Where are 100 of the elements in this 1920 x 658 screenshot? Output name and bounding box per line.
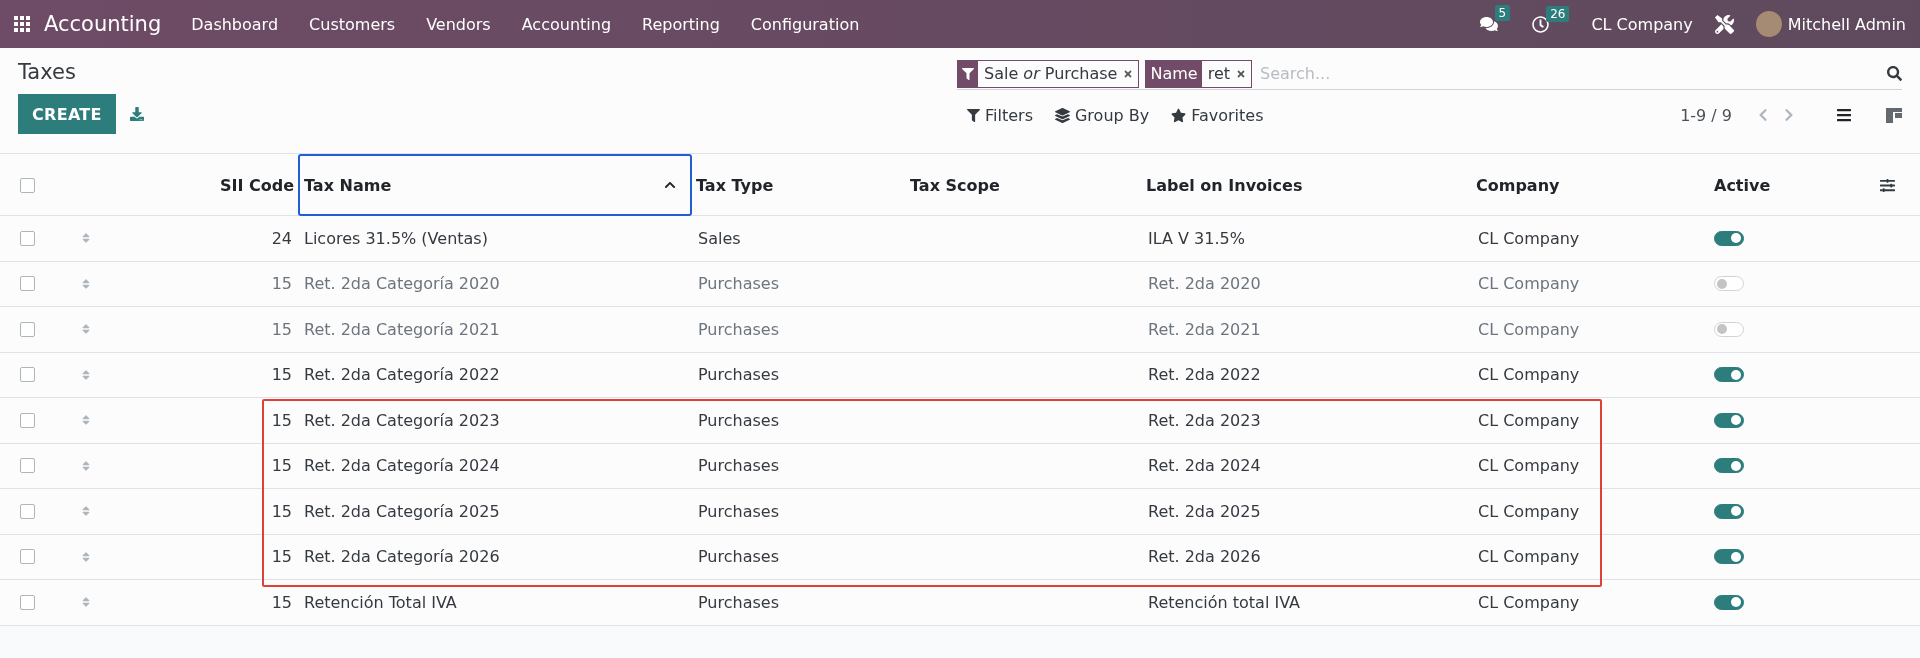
drag-handle-icon[interactable] <box>80 505 92 518</box>
menu-item[interactable]: Customers <box>309 14 396 34</box>
apps-grid-icon[interactable] <box>14 16 30 32</box>
table-cell-text: CL Company <box>1477 228 1581 248</box>
app-name[interactable]: Accounting <box>44 12 162 36</box>
table-row[interactable]: 15 Ret. 2da Categoría 2024 Purchases Ret. 2da 2024 CL Company <box>0 443 1920 489</box>
table-cell-text: Ret. 2da 2020 <box>1147 274 1262 294</box>
row-checkbox[interactable] <box>20 321 35 337</box>
row-checkbox[interactable] <box>20 549 35 565</box>
drag-handle-icon[interactable] <box>80 232 92 245</box>
table-cell-text: CL Company <box>1477 456 1581 476</box>
tools-icon[interactable] <box>1714 14 1734 34</box>
table-cell-text: Licores 31.5% (Ventas) <box>303 228 489 248</box>
facet-value: ret <box>1206 63 1231 85</box>
pager-value[interactable]: 1-9 / 9 <box>1680 105 1732 125</box>
active-toggle[interactable] <box>1714 412 1744 428</box>
create-button[interactable]: CREATE <box>18 94 116 134</box>
table-cell-text: 15 <box>270 456 293 476</box>
table-cell-text: Retención total IVA <box>1147 592 1301 612</box>
table-cell-text: CL Company <box>1477 410 1581 430</box>
list-view-icon <box>1836 107 1852 123</box>
table-row[interactable]: 15 Ret. 2da Categoría 2022 Purchases Ret. 2da 2022 CL Company <box>0 352 1920 398</box>
table-row[interactable]: 15 Retención Total IVA Purchases Retención total IVA CL Company <box>0 580 1920 626</box>
chat-icon[interactable] <box>1479 15 1498 33</box>
table-row[interactable]: 15 Ret. 2da Categoría 2021 Purchases Ret. 2da 2021 CL Company <box>0 307 1920 353</box>
table-row[interactable]: 15 Ret. 2da Categoría 2026 Purchases Ret. 2da 2026 CL Company <box>0 534 1920 580</box>
search-icon[interactable] <box>1887 66 1902 81</box>
column-header[interactable]: Tax Name <box>298 154 692 216</box>
drag-handle-icon[interactable] <box>80 277 92 290</box>
column-header[interactable]: Company <box>1472 175 1710 195</box>
drag-handle-icon[interactable] <box>80 550 92 563</box>
table-cell-text: Sales <box>697 228 742 248</box>
table-cell-text: Purchases <box>697 501 780 521</box>
filter-icon <box>967 108 980 122</box>
row-checkbox[interactable] <box>20 230 35 246</box>
active-toggle[interactable] <box>1714 230 1744 246</box>
table-cell-text: Ret. 2da Categoría 2023 <box>303 410 501 430</box>
table-cell-text: 15 <box>270 592 293 612</box>
column-header[interactable]: Active <box>1710 175 1872 195</box>
menu-item[interactable]: Reporting <box>642 14 720 34</box>
table-cell-text: Ret. 2da Categoría 2020 <box>303 274 501 294</box>
page-title: Taxes <box>18 60 77 84</box>
table-cell-text: Ret. 2da 2022 <box>1147 365 1262 385</box>
activity-count: 26 <box>1546 5 1570 22</box>
table-row[interactable]: 24 Licores 31.5% (Ventas) Sales ILA V 31.5% CL Company <box>0 216 1920 262</box>
row-checkbox[interactable] <box>20 458 35 474</box>
active-toggle[interactable] <box>1714 594 1744 610</box>
menu-item[interactable]: Accounting <box>521 14 612 34</box>
table-cell-text: Purchases <box>697 274 780 294</box>
row-checkbox[interactable] <box>20 367 35 383</box>
menu-item[interactable]: Dashboard <box>191 14 279 34</box>
facet-label: Name <box>1146 60 1202 87</box>
active-toggle[interactable] <box>1714 458 1744 474</box>
active-toggle[interactable] <box>1714 503 1744 519</box>
row-checkbox[interactable] <box>20 412 35 428</box>
row-checkbox[interactable] <box>20 594 35 610</box>
table-cell-text: Ret. 2da Categoría 2022 <box>303 365 501 385</box>
search-option-button[interactable]: Group By <box>1054 105 1150 125</box>
table-cell-text: 15 <box>270 365 293 385</box>
active-toggle[interactable] <box>1714 549 1744 565</box>
menu-item[interactable]: Configuration <box>750 14 860 34</box>
column-header[interactable]: Tax Type <box>692 175 906 195</box>
column-header[interactable]: Tax Scope <box>906 175 1142 195</box>
drag-handle-icon[interactable] <box>80 414 92 427</box>
search-option-button[interactable]: Filters <box>967 105 1033 125</box>
user-avatar[interactable] <box>1755 11 1782 37</box>
table-row[interactable]: 15 Ret. 2da Categoría 2025 Purchases Ret. 2da 2025 CL Company <box>0 489 1920 535</box>
table-cell-text: Purchases <box>697 547 780 567</box>
table-cell-text: 15 <box>270 501 293 521</box>
row-checkbox[interactable] <box>20 276 35 292</box>
user-name[interactable]: Mitchell Admin <box>1787 14 1906 34</box>
table-row[interactable]: 15 Ret. 2da Categoría 2020 Purchases Ret. 2da 2020 CL Company <box>0 261 1920 307</box>
clock-icon[interactable] <box>1532 15 1550 33</box>
table-cell-text: Ret. 2da 2023 <box>1147 410 1262 430</box>
column-header[interactable]: SII Code <box>140 175 298 195</box>
table-cell-text: Ret. 2da Categoría 2024 <box>303 456 501 476</box>
active-toggle[interactable] <box>1714 367 1744 383</box>
drag-handle-icon[interactable] <box>80 459 92 472</box>
drag-handle-icon[interactable] <box>80 323 92 336</box>
company-switcher[interactable]: CL Company <box>1591 14 1693 34</box>
row-checkbox[interactable] <box>20 503 35 519</box>
search-option-button[interactable]: Favorites <box>1171 105 1264 125</box>
table-row[interactable]: 15 Ret. 2da Categoría 2023 Purchases Ret. 2da 2023 CL Company <box>0 398 1920 444</box>
drag-handle-icon[interactable] <box>80 368 92 381</box>
table-cell-text: 15 <box>270 319 293 339</box>
table-cell-text: Purchases <box>697 410 780 430</box>
column-header[interactable]: Label on Invoices <box>1142 175 1472 195</box>
message-count: 5 <box>1494 5 1511 21</box>
drag-handle-icon[interactable] <box>80 596 92 609</box>
sort-caret-icon <box>664 179 676 191</box>
facet-value: Sale or Purchase <box>983 63 1119 85</box>
download-icon[interactable] <box>129 107 144 121</box>
table-cell-text: 15 <box>270 410 293 430</box>
column-settings-icon[interactable] <box>1880 177 1895 193</box>
search-input[interactable]: Search... <box>1258 63 1881 84</box>
table-cell-text: ILA V 31.5% <box>1147 228 1246 248</box>
table-cell-text: CL Company <box>1477 501 1581 521</box>
select-all-checkbox[interactable] <box>20 177 35 193</box>
menu-item[interactable]: Vendors <box>426 14 491 34</box>
table-cell-text: Ret. 2da Categoría 2021 <box>303 319 501 339</box>
